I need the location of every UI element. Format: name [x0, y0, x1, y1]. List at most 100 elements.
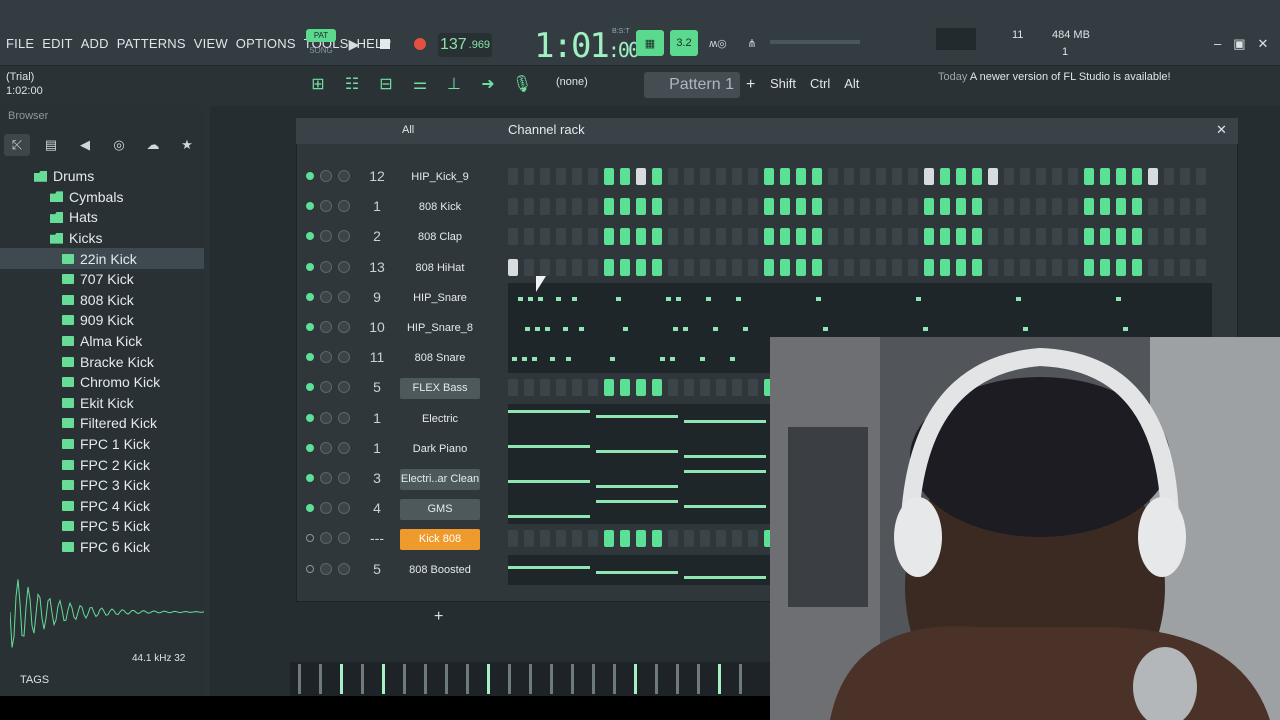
step-button[interactable]: [1196, 198, 1206, 216]
step-button[interactable]: [860, 258, 870, 276]
step-button[interactable]: [1068, 198, 1078, 216]
step-button[interactable]: [652, 228, 662, 246]
step-button[interactable]: [1036, 258, 1046, 276]
step-button[interactable]: [1148, 168, 1158, 185]
channel-mute-led[interactable]: [306, 323, 314, 331]
keyboard-key[interactable]: [613, 664, 616, 694]
step-button[interactable]: [668, 198, 678, 216]
channel-mixer-track[interactable]: 1: [362, 410, 392, 426]
pattern-none-selector[interactable]: (none): [556, 76, 588, 88]
step-button[interactable]: [748, 530, 758, 548]
step-button[interactable]: [1180, 258, 1190, 276]
step-button[interactable]: [812, 198, 822, 216]
menu-add[interactable]: ADD: [81, 36, 109, 51]
keyboard-key[interactable]: [655, 664, 658, 694]
channel-volume-knob[interactable]: [338, 441, 350, 454]
step-button[interactable]: [940, 168, 950, 185]
step-button[interactable]: [1020, 168, 1030, 185]
channel-row[interactable]: 2 808 Clap: [298, 222, 1214, 252]
step-button[interactable]: [700, 228, 710, 246]
keyboard-key[interactable]: [508, 664, 511, 694]
channel-volume-knob[interactable]: [338, 562, 350, 575]
step-button[interactable]: [652, 168, 662, 185]
play-button[interactable]: ▶: [342, 32, 366, 56]
step-button[interactable]: [508, 228, 518, 246]
step-button[interactable]: [940, 198, 950, 216]
channel-name-button[interactable]: Kick 808: [400, 529, 480, 551]
metronome-button[interactable]: ⋔: [738, 30, 766, 56]
channel-volume-knob[interactable]: [338, 321, 350, 333]
step-button[interactable]: [540, 258, 550, 276]
step-button[interactable]: [908, 258, 918, 276]
step-button[interactable]: [988, 168, 998, 185]
step-button[interactable]: [1084, 258, 1094, 276]
maximize-icon[interactable]: ▣: [1233, 36, 1245, 52]
step-button[interactable]: [1068, 228, 1078, 246]
step-button[interactable]: [636, 258, 646, 276]
step-button[interactable]: [924, 258, 934, 276]
channel-filter[interactable]: All: [402, 124, 414, 136]
channel-name-button[interactable]: 808 Clap: [400, 227, 480, 248]
step-button[interactable]: [1100, 168, 1110, 185]
step-button[interactable]: [588, 530, 598, 548]
plugin-icon[interactable]: ⊥: [440, 70, 468, 98]
step-button[interactable]: [828, 258, 838, 276]
step-button[interactable]: [668, 168, 678, 185]
step-button[interactable]: [1164, 228, 1174, 246]
step-button[interactable]: [540, 228, 550, 246]
step-button[interactable]: [588, 228, 598, 246]
step-button[interactable]: [1116, 168, 1126, 185]
channel-volume-knob[interactable]: [338, 200, 350, 213]
step-button[interactable]: [1132, 258, 1142, 276]
mixer-icon[interactable]: ⚌: [406, 70, 434, 98]
step-button[interactable]: [1116, 258, 1126, 276]
step-button[interactable]: [988, 258, 998, 276]
step-button[interactable]: [924, 198, 934, 216]
step-button[interactable]: [748, 168, 758, 185]
browser-file[interactable]: FPC 2 Kick: [0, 454, 204, 475]
step-button[interactable]: [1164, 198, 1174, 216]
channel-mixer-track[interactable]: 13: [362, 259, 392, 275]
step-button[interactable]: [540, 530, 550, 548]
step-button[interactable]: [1180, 198, 1190, 216]
step-button[interactable]: [1036, 228, 1046, 246]
channel-row[interactable]: 9 HIP_Snare: [298, 282, 1214, 313]
channel-volume-knob[interactable]: [338, 260, 350, 273]
ctrl-key-button[interactable]: Ctrl: [810, 76, 830, 91]
browser-folder[interactable]: Kicks: [0, 228, 204, 249]
step-button[interactable]: [1052, 258, 1062, 276]
browser-file[interactable]: Alma Kick: [0, 331, 204, 352]
step-button[interactable]: [940, 228, 950, 246]
step-button[interactable]: [620, 168, 630, 185]
step-button[interactable]: [716, 530, 726, 548]
step-button[interactable]: [524, 530, 534, 548]
arrow-icon[interactable]: ➜: [474, 70, 502, 98]
browser-file[interactable]: Chromo Kick: [0, 372, 204, 393]
channel-name-button[interactable]: Dark Piano: [400, 439, 480, 460]
step-button[interactable]: [732, 379, 742, 397]
step-button[interactable]: [764, 198, 774, 216]
project-tab-icon[interactable]: ▤: [38, 134, 64, 156]
song-mode[interactable]: SONG: [306, 46, 336, 55]
step-button[interactable]: [716, 168, 726, 185]
channel-mixer-track[interactable]: 10: [362, 319, 392, 335]
step-button[interactable]: [1196, 258, 1206, 276]
step-button[interactable]: [732, 228, 742, 246]
step-button[interactable]: [604, 228, 614, 246]
step-button[interactable]: [956, 228, 966, 246]
step-button[interactable]: [796, 258, 806, 276]
step-button[interactable]: [716, 228, 726, 246]
step-button[interactable]: [1020, 228, 1030, 246]
keyboard-key[interactable]: [592, 664, 595, 694]
microphone-icon[interactable]: 🎙: [508, 70, 536, 98]
step-button[interactable]: [572, 228, 582, 246]
keyboard-key[interactable]: [718, 664, 721, 694]
step-button[interactable]: [1068, 168, 1078, 185]
channel-mixer-track[interactable]: 1: [362, 440, 392, 456]
step-button[interactable]: [748, 228, 758, 246]
keyboard-key[interactable]: [634, 664, 637, 694]
step-button[interactable]: [892, 168, 902, 185]
keyboard-key[interactable]: [550, 664, 553, 694]
step-button[interactable]: [972, 228, 982, 246]
browser-file[interactable]: 22in Kick: [0, 248, 204, 269]
